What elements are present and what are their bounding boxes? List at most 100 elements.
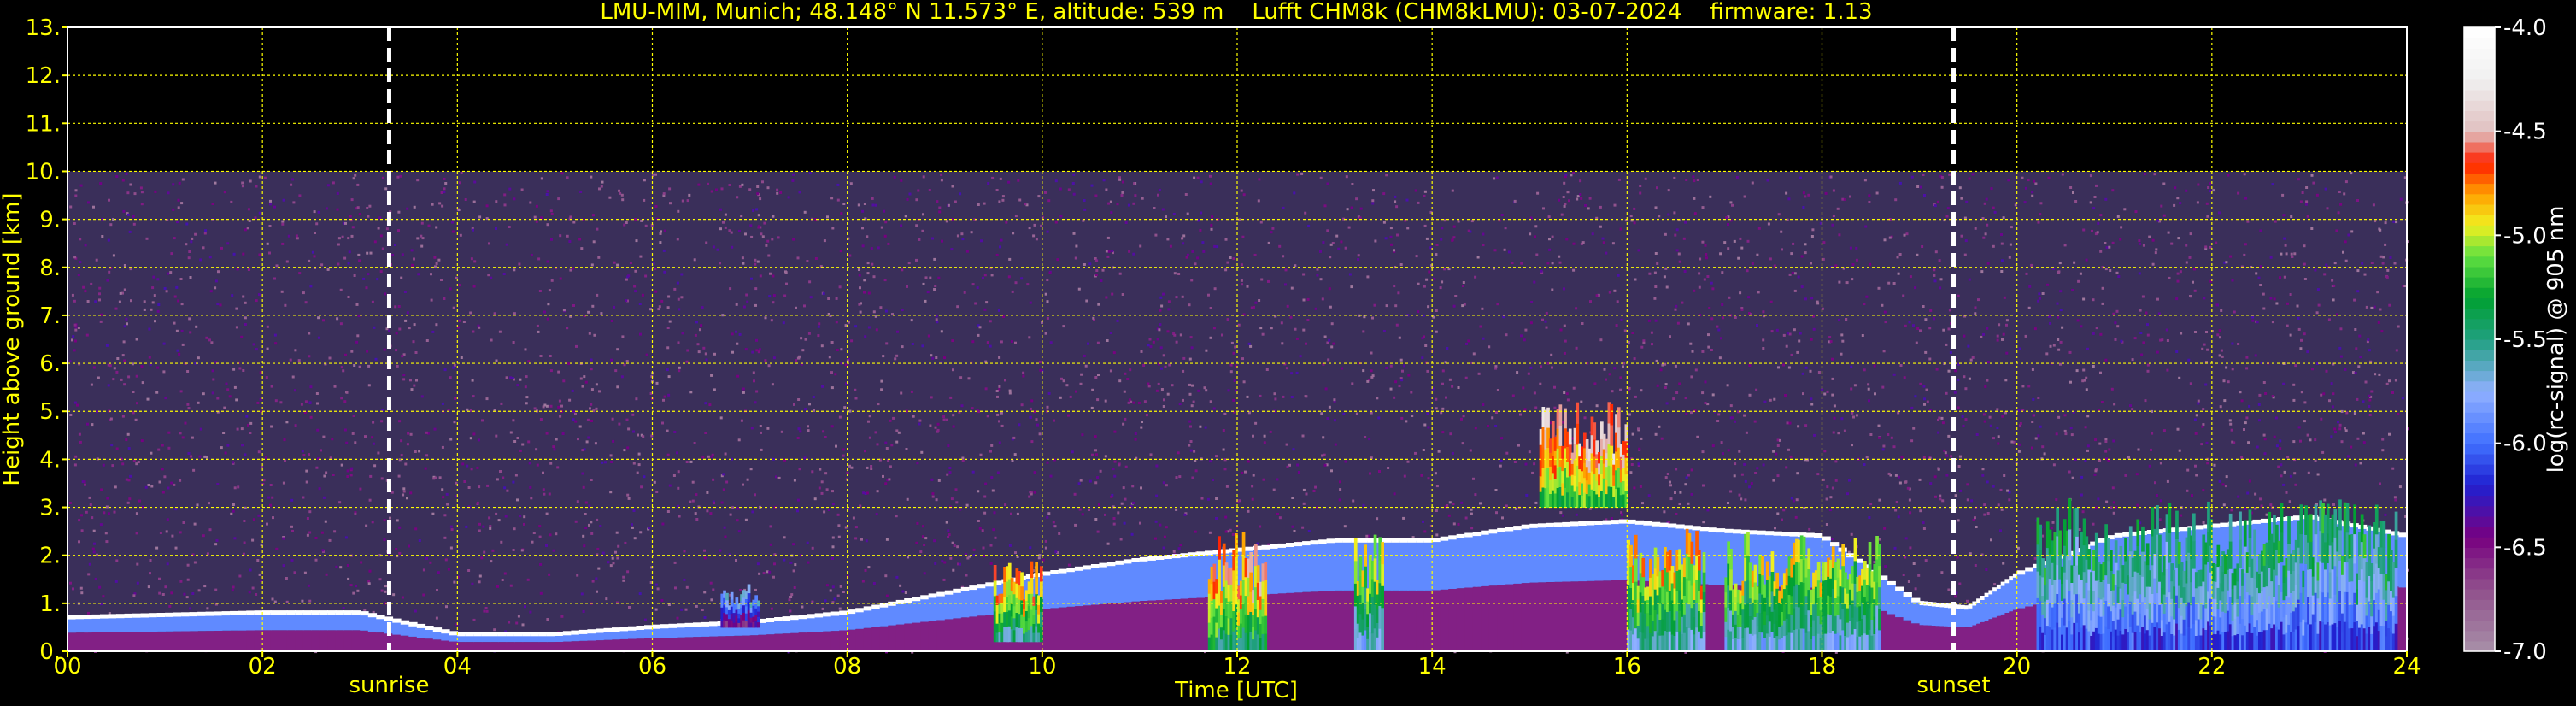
noise-speckle	[769, 543, 772, 546]
noise-speckle	[584, 501, 588, 504]
noise-speckle	[2215, 303, 2219, 307]
noise-speckle	[1558, 255, 1561, 258]
noise-speckle	[1810, 262, 1812, 265]
noise-speckle	[821, 385, 824, 388]
noise-speckle	[1286, 304, 1289, 308]
noise-speckle	[85, 333, 89, 337]
noise-speckle	[561, 432, 565, 435]
noise-speckle	[315, 392, 319, 395]
noise-speckle	[620, 193, 624, 197]
noise-speckle	[1197, 389, 1200, 392]
noise-speckle	[1948, 309, 1951, 312]
noise-speckle	[1944, 451, 1947, 455]
noise-speckle	[2237, 191, 2240, 195]
noise-speckle	[97, 376, 100, 379]
noise-speckle	[1095, 269, 1099, 272]
noise-speckle	[885, 447, 889, 450]
noise-speckle	[1117, 511, 1120, 515]
noise-speckle	[197, 589, 201, 592]
noise-speckle	[2142, 341, 2145, 344]
noise-speckle	[249, 568, 252, 572]
noise-speckle	[704, 402, 707, 405]
noise-speckle	[2120, 226, 2123, 229]
noise-speckle	[760, 232, 763, 236]
noise-speckle	[989, 320, 992, 323]
noise-speckle	[1628, 413, 1631, 416]
noise-speckle	[547, 303, 550, 306]
noise-speckle	[157, 448, 161, 451]
noise-speckle	[631, 526, 634, 529]
noise-speckle	[2225, 261, 2228, 264]
noise-speckle	[931, 495, 935, 498]
noise-speckle	[90, 282, 93, 285]
noise-speckle	[365, 286, 368, 290]
noise-speckle	[425, 339, 429, 342]
noise-speckle	[1200, 211, 1203, 215]
noise-speckle	[123, 383, 126, 386]
noise-speckle	[1081, 433, 1084, 437]
noise-speckle	[1685, 179, 1688, 181]
noise-speckle	[2010, 440, 2014, 444]
noise-speckle	[1629, 215, 1633, 217]
noise-speckle	[1840, 417, 1844, 421]
noise-speckle	[2299, 200, 2303, 203]
noise-speckle	[1800, 285, 1804, 289]
noise-speckle	[2372, 203, 2375, 207]
noise-speckle	[1008, 389, 1012, 392]
noise-speckle	[1576, 197, 1579, 201]
noise-speckle	[523, 515, 526, 519]
noise-speckle	[2143, 173, 2146, 176]
noise-speckle	[2162, 214, 2166, 217]
noise-speckle	[2220, 349, 2223, 352]
noise-speckle	[1314, 485, 1317, 489]
noise-speckle	[73, 401, 77, 404]
noise-speckle	[2039, 202, 2043, 205]
noise-speckle	[552, 549, 555, 552]
noise-speckle	[1010, 512, 1012, 515]
noise-speckle	[2330, 382, 2333, 385]
noise-speckle	[1035, 418, 1038, 421]
noise-speckle	[2338, 423, 2342, 427]
noise-speckle	[1933, 268, 1936, 272]
noise-speckle	[1482, 244, 1485, 247]
noise-speckle	[1656, 384, 1659, 387]
noise-speckle	[1792, 242, 1795, 245]
noise-speckle	[192, 468, 196, 472]
noise-speckle	[190, 455, 193, 458]
noise-speckle	[418, 539, 421, 542]
noise-speckle	[2180, 514, 2183, 517]
noise-speckle	[1663, 510, 1666, 514]
noise-speckle	[1088, 262, 1092, 266]
noise-speckle	[681, 199, 684, 203]
noise-speckle	[712, 588, 715, 591]
noise-speckle	[1000, 411, 1003, 415]
noise-speckle	[1441, 407, 1445, 410]
noise-speckle	[2038, 292, 2041, 296]
noise-speckle	[177, 206, 180, 209]
noise-speckle	[1350, 206, 1353, 209]
noise-speckle	[1678, 260, 1681, 263]
noise-speckle	[1674, 308, 1677, 311]
noise-speckle	[1240, 279, 1243, 282]
noise-speckle	[1610, 517, 1613, 520]
noise-speckle	[1966, 498, 1969, 502]
noise-speckle	[1132, 401, 1135, 404]
noise-speckle	[1954, 595, 1957, 598]
noise-speckle	[1993, 210, 1997, 214]
noise-speckle	[1062, 325, 1065, 328]
noise-speckle	[1773, 397, 1776, 401]
noise-speckle	[943, 561, 947, 564]
noise-speckle	[1293, 530, 1296, 532]
noise-speckle	[613, 305, 615, 309]
noise-speckle	[953, 544, 956, 547]
noise-speckle	[1047, 199, 1051, 203]
noise-speckle	[1898, 181, 1902, 185]
noise-speckle	[1033, 223, 1036, 227]
noise-speckle	[186, 578, 190, 581]
noise-speckle	[247, 208, 250, 211]
noise-speckle	[930, 354, 933, 357]
noise-speckle	[827, 509, 830, 511]
noise-speckle	[1481, 307, 1484, 310]
noise-speckle	[268, 251, 271, 255]
noise-speckle	[703, 556, 707, 560]
